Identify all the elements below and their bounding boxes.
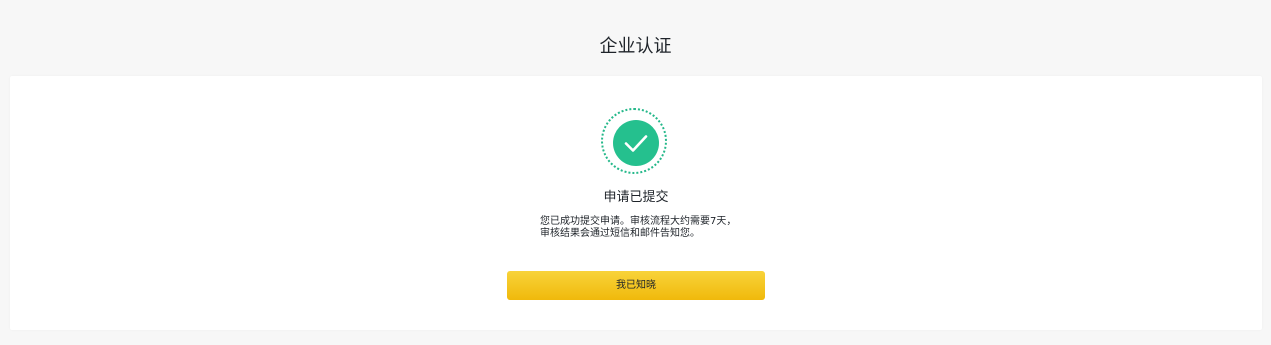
acknowledge-button[interactable]: 我已知晓 <box>507 271 765 300</box>
status-description: 您已成功提交申请。审核流程大约需要7天，审核结果会通过短信和邮件告知您。 <box>540 216 737 239</box>
status-title: 申请已提交 <box>603 190 669 205</box>
success-ring <box>601 108 667 174</box>
page-title: 企业认证 <box>599 36 672 57</box>
page: 企业认证 申请已提交 您已成功提交申请。审核流程大约需要7天，审核结果会通过短信… <box>0 0 1271 345</box>
checkmark-icon <box>624 135 648 152</box>
result-card: 申请已提交 您已成功提交申请。审核流程大约需要7天，审核结果会通过短信和邮件告知… <box>10 76 1262 330</box>
check-circle-icon <box>613 120 659 166</box>
